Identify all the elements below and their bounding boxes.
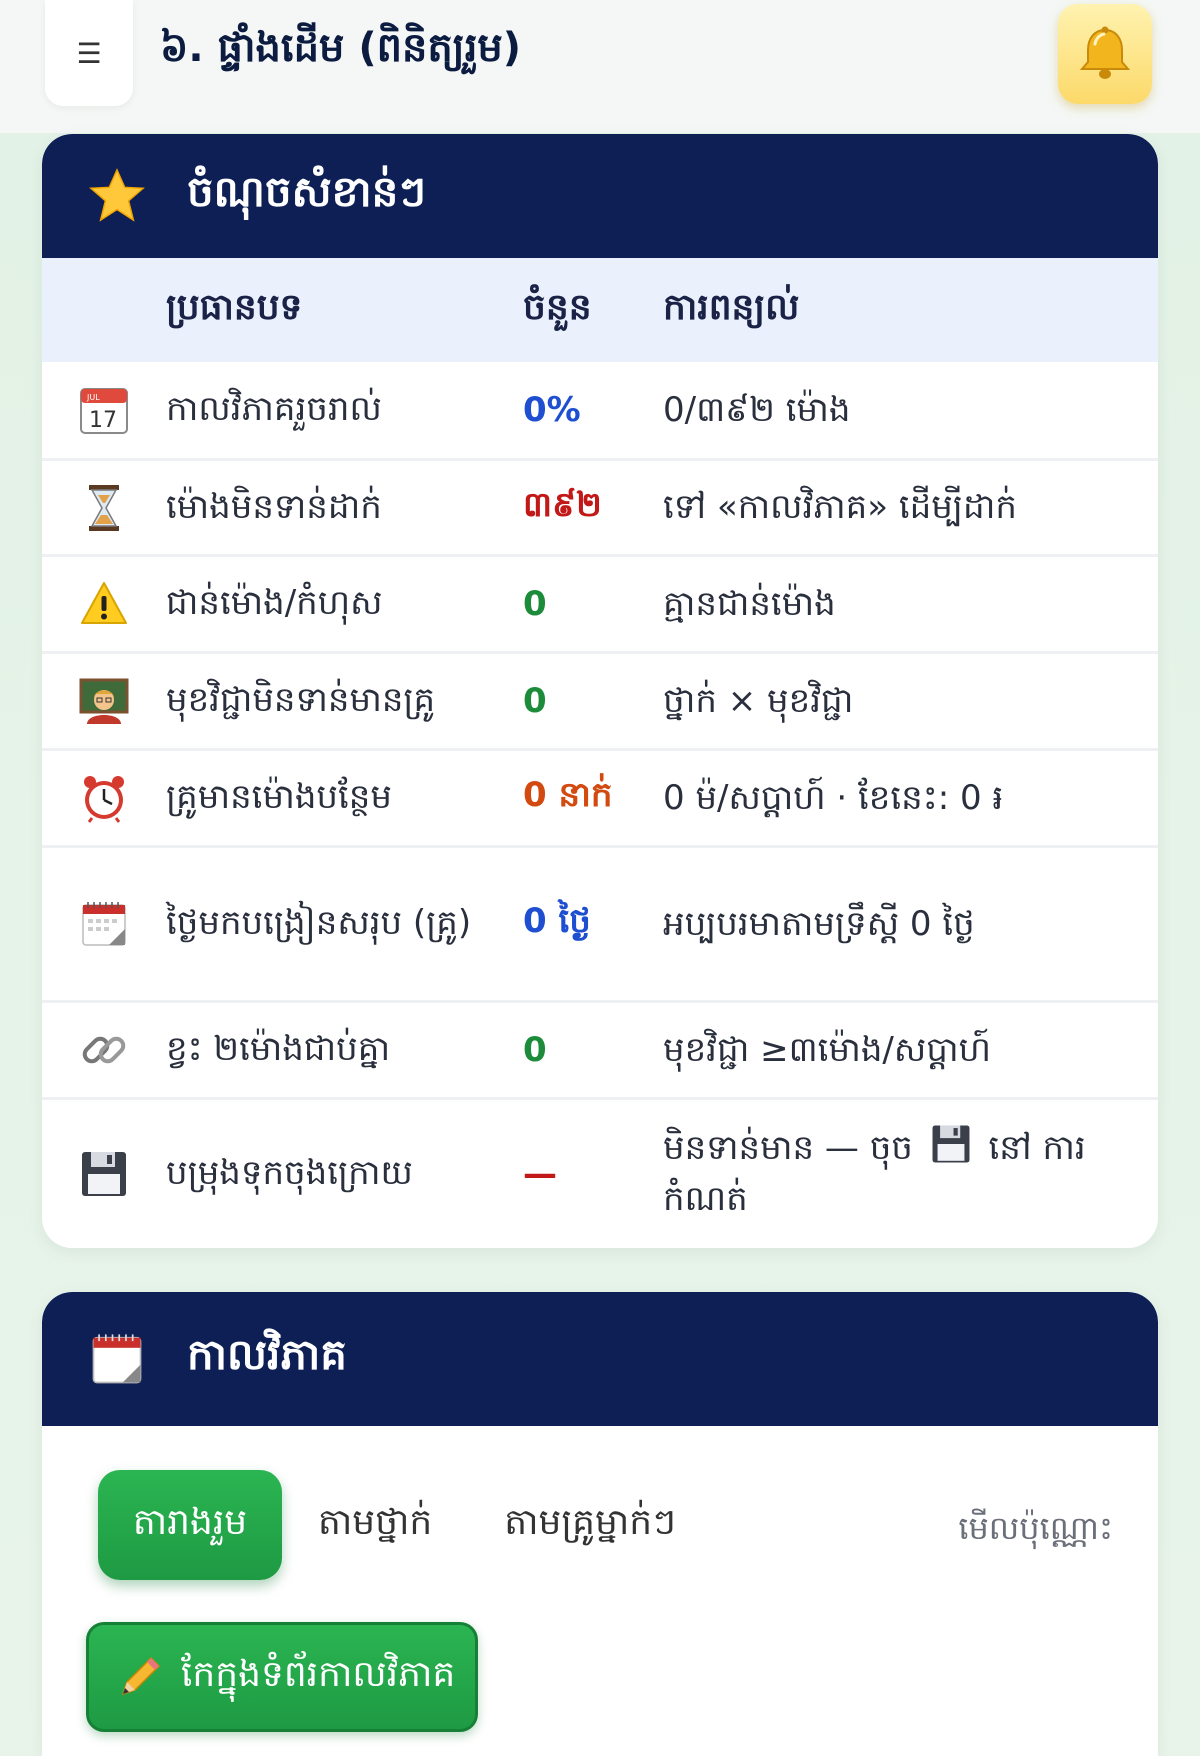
svg-text:17: 17 xyxy=(89,408,117,433)
column-header-count: ចំនួន xyxy=(523,286,592,328)
explanation-text: ទៅ «កាលវិភាគ» ដើម្បីដាក់ xyxy=(663,487,1017,527)
topic-text: ថ្ងៃមកបង្រៀនសរុប (គ្រូ) xyxy=(166,903,472,944)
alarm-clock-icon xyxy=(84,776,124,823)
view-tabs: តារាងរួម តាមថ្នាក់ តាមគ្រូម្នាក់ៗ xyxy=(98,1470,676,1580)
count-value: 0 នាក់ xyxy=(523,775,613,815)
explanation-text: ថ្នាក់ × មុខវិជ្ជា xyxy=(663,680,854,721)
table-row: មុខវិជ្ជាមិនទាន់មានគ្រូ 0 ថ្នាក់ × មុខវិ… xyxy=(42,651,1158,748)
warning-icon xyxy=(81,582,127,624)
pencil-icon xyxy=(121,1656,161,1696)
column-header-topic: ប្រធានបទ xyxy=(166,286,303,328)
bell-icon xyxy=(1079,26,1131,79)
table-row: ខ្វះ ២ម៉ោងជាប់គ្នា 0 មុខវិជ្ជា ≥៣ម៉ោង/សប… xyxy=(42,1000,1158,1097)
count-value: ៣៩២ xyxy=(523,484,602,525)
edit-button-label: កែក្នុងទំព័រកាលវិភាគ xyxy=(181,1653,456,1695)
column-header-explanation: ការពន្យល់ xyxy=(663,286,800,328)
top-bar: ☰ ៦. ផ្ទាំងដើម (ពិនិត្យរួម) xyxy=(0,0,1200,133)
table-row: គ្រូមានម៉ោងបន្ថែម 0 នាក់ 0 ម៉/សប្តាហ៍ · … xyxy=(42,748,1158,845)
table-row: ជាន់ម៉ោង/កំហុស 0 គ្មានជាន់ម៉ោង xyxy=(42,554,1158,651)
tab-by-teacher[interactable]: តាមគ្រូម្នាក់ៗ xyxy=(504,1499,676,1552)
count-value: 0 xyxy=(523,681,547,721)
view-only-label: មើលប៉ុណ្ណោះ xyxy=(958,1509,1113,1547)
topic-text: មុខវិជ្ជាមិនទាន់មានគ្រូ xyxy=(166,680,436,721)
topic-text: ម៉ោងមិនទាន់ដាក់ xyxy=(166,486,382,527)
count-value: 0 xyxy=(523,1030,547,1070)
floppy-disk-icon xyxy=(932,1125,970,1162)
table-row: បម្រុងទុកចុងក្រោយ — មិនទាន់មាន — ចុច នៅ … xyxy=(42,1097,1158,1247)
page-title: ៦. ផ្ទាំងដើម (ពិនិត្យរួម) xyxy=(160,25,522,71)
summary-card: ចំណុចសំខាន់ៗ ប្រធានបទ ចំនួន ការពន្យល់ JU… xyxy=(42,134,1158,1248)
tab-by-class[interactable]: តាមថ្នាក់ xyxy=(318,1499,432,1552)
hourglass-icon xyxy=(89,484,119,531)
explanation-text: គ្មានជាន់ម៉ោង xyxy=(663,583,836,624)
summary-table-header: ប្រធានបទ ចំនួន ការពន្យល់ xyxy=(42,258,1158,362)
table-row: ម៉ោងមិនទាន់ដាក់ ៣៩២ ទៅ «កាលវិភាគ» ដើម្បី… xyxy=(42,458,1158,554)
edit-timetable-button[interactable]: កែក្នុងទំព័រកាលវិភាគ xyxy=(86,1622,478,1732)
topic-text: បម្រុងទុកចុងក្រោយ xyxy=(166,1152,413,1193)
count-value: 0% xyxy=(523,390,581,430)
star-icon xyxy=(87,166,147,226)
summary-title: ចំណុចសំខាន់ៗ xyxy=(187,167,426,216)
explanation-text: មុខវិជ្ជា ≥៣ម៉ោង/សប្តាហ៍ xyxy=(663,1029,991,1070)
floppy-disk-icon xyxy=(82,1151,126,1196)
calendar-17-icon: JUL 17 xyxy=(80,388,128,434)
hamburger-icon: ☰ xyxy=(76,36,102,70)
teacher-icon xyxy=(79,678,129,724)
tear-off-calendar-icon xyxy=(82,902,126,946)
timetable-header: កាលវិភាគ xyxy=(42,1292,1158,1426)
table-row: JUL 17 កាលវិភាគរួចរាល់ 0% 0/៣៩២ ម៉ោង xyxy=(42,362,1158,458)
count-value: 0 xyxy=(523,584,547,624)
notification-button[interactable] xyxy=(1058,4,1152,104)
timetable-card: កាលវិភាគ តារាងរួម តាមថ្នាក់ តាមគ្រូម្នាក… xyxy=(42,1292,1158,1756)
explanation-text: 0 ម៉/សប្តាហ៍ · ខែនេះ: 0 ៛ xyxy=(663,777,1004,818)
menu-button[interactable]: ☰ xyxy=(45,0,133,106)
link-icon xyxy=(82,1036,126,1064)
topic-text: ជាន់ម៉ោង/កំហុស xyxy=(166,583,383,624)
timetable-title: កាលវិភាគ xyxy=(187,1330,347,1379)
explanation-text: 0/៣៩២ ម៉ោង xyxy=(663,389,851,430)
topic-text: គ្រូមានម៉ោងបន្ថែម xyxy=(166,777,392,818)
count-value: — xyxy=(523,1153,557,1194)
tab-overview[interactable]: តារាងរួម xyxy=(98,1470,282,1580)
count-value: 0 ថ្ងៃ xyxy=(523,901,591,941)
summary-header: ចំណុចសំខាន់ៗ xyxy=(42,134,1158,258)
topic-text: កាលវិភាគរួចរាល់ xyxy=(166,389,382,430)
table-row: ថ្ងៃមកបង្រៀនសរុប (គ្រូ) 0 ថ្ងៃ អប្បបរមាត… xyxy=(42,845,1158,1000)
topic-text: ខ្វះ ២ម៉ោងជាប់គ្នា xyxy=(166,1029,391,1070)
explanation-text: មិនទាន់មាន — ចុច នៅ ការកំណត់ xyxy=(663,1123,1158,1225)
explanation-text: អប្បបរមាតាមទ្រឹស្តី 0 ថ្ងៃ xyxy=(663,903,975,944)
svg-text:JUL: JUL xyxy=(86,393,100,402)
calendar-icon xyxy=(87,1329,147,1389)
